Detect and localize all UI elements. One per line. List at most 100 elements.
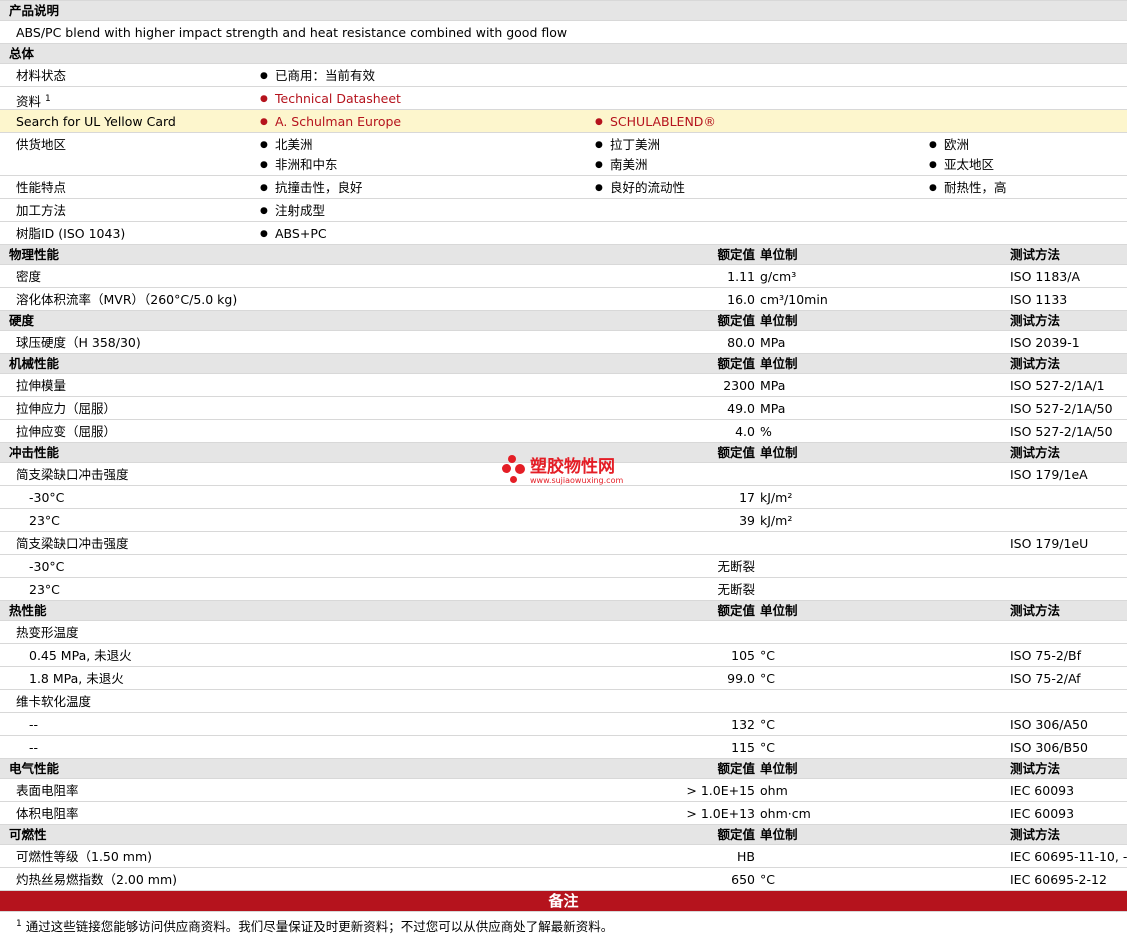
row-label: 树脂ID (ISO 1043) [16, 226, 126, 241]
property-subrow: 0.45 MPa, 未退火 105 °C ISO 75-2/Bf [0, 643, 1127, 666]
property-label: 简支梁缺口冲击强度 [16, 536, 129, 551]
notes-row: 1 通过这些链接您能够访问供应商资料。我们尽量保证及时更新资料；不过您可以从供应… [0, 911, 1127, 934]
schulman-europe-link[interactable]: A. Schulman Europe [260, 112, 401, 132]
property-label: 简支梁缺口冲击强度 [16, 467, 129, 482]
property-unit: °C [760, 872, 775, 887]
property-value: 2300 [723, 378, 755, 393]
property-test: ISO 306/B50 [1010, 740, 1088, 755]
row-value: 已商用：当前有效 [260, 66, 375, 86]
property-test: ISO 527-2/1A/50 [1010, 424, 1113, 439]
section-title: 产品说明 [9, 3, 60, 18]
property-row: 可燃性等级（1.50 mm) HB IEC 60695-11-10, -20 [0, 844, 1127, 867]
sub-label: 1.8 MPa, 未退火 [29, 671, 124, 686]
property-test: ISO 179/1eA [1010, 467, 1088, 482]
schulablend-link[interactable]: SCHULABLEND® [595, 112, 716, 132]
section-header-description: 产品说明 [0, 0, 1127, 20]
section-header-physical: 物理性能 额定值 单位制 测试方法 [0, 244, 1127, 264]
property-unit: MPa [760, 335, 786, 350]
property-value: 650 [731, 872, 755, 887]
sub-label: -30°C [29, 559, 65, 574]
property-row: 拉伸应变（屈服） 4.0 % ISO 527-2/1A/50 [0, 419, 1127, 442]
property-test: ISO 527-2/1A/1 [1010, 378, 1105, 393]
property-test: ISO 1133 [1010, 292, 1068, 307]
feature-item: 耐热性，高 [929, 178, 1006, 198]
property-value: 无断裂 [717, 582, 755, 597]
section-header-hardness: 硬度 额定值 单位制 测试方法 [0, 310, 1127, 330]
property-value: 49.0 [727, 401, 755, 416]
watermark-dot [510, 476, 517, 483]
property-row: 溶化体积流率（MVR）（260°C/5.0 kg) 16.0 cm³/10min… [0, 287, 1127, 310]
property-row: 体积电阻率 > 1.0E+13 ohm·cm IEC 60093 [0, 801, 1127, 824]
footnote-marker: 1 [16, 919, 22, 929]
site-watermark: 塑胶物性网 www.sujiaowuxing.com [502, 455, 642, 491]
property-row: 拉伸模量 2300 MPa ISO 527-2/1A/1 [0, 373, 1127, 396]
property-label: 拉伸应力（屈服） [16, 401, 117, 416]
sub-label: 23°C [29, 582, 60, 597]
section-header-general: 总体 [0, 43, 1127, 63]
col-test: 测试方法 [1010, 247, 1061, 262]
description-text: ABS/PC blend with higher impact strength… [16, 25, 568, 40]
property-unit: kJ/m² [760, 490, 793, 505]
footnote-marker: 1 [45, 94, 51, 104]
property-unit: °C [760, 671, 775, 686]
row-label: 性能特点 [16, 180, 67, 195]
property-row: 密度 1.11 g/cm³ ISO 1183/A [0, 264, 1127, 287]
property-label: 拉伸应变（屈服） [16, 424, 117, 439]
sub-label: -30°C [29, 490, 65, 505]
property-value: 105 [731, 648, 755, 663]
property-row: 灼热丝易燃指数（2.00 mm) 650 °C IEC 60695-2-12 [0, 867, 1127, 890]
datasheet: 产品说明 ABS/PC blend with higher impact str… [0, 0, 1127, 934]
property-test: IEC 60695-11-10, -20 [1010, 849, 1127, 864]
section-title: 机械性能 [9, 356, 60, 371]
property-value: > 1.0E+15 [686, 783, 755, 798]
property-unit: °C [760, 648, 775, 663]
property-row: 拉伸应力（屈服） 49.0 MPa ISO 527-2/1A/50 [0, 396, 1127, 419]
property-row: 球压硬度（H 358/30) 80.0 MPa ISO 2039-1 [0, 330, 1127, 353]
section-header-thermal: 热性能 额定值 单位制 测试方法 [0, 600, 1127, 620]
material-status-row: 材料状态 已商用：当前有效 [0, 63, 1127, 86]
section-title: 物理性能 [9, 247, 60, 262]
region-item: 亚太地区 [929, 155, 994, 175]
property-group-row: 维卡软化温度 [0, 689, 1127, 712]
technical-datasheet-link[interactable]: Technical Datasheet [260, 89, 401, 109]
property-unit: cm³/10min [760, 292, 828, 307]
col-rated: 额定值 [717, 761, 755, 776]
col-rated: 额定值 [717, 445, 755, 460]
property-unit: MPa [760, 378, 786, 393]
property-label: 密度 [16, 269, 42, 284]
documents-row: 资料 1 Technical Datasheet [0, 86, 1127, 109]
section-title: 电气性能 [9, 761, 60, 776]
feature-item: 抗撞击性，良好 [260, 178, 362, 198]
property-test: ISO 75-2/Bf [1010, 648, 1081, 663]
watermark-dot [515, 464, 525, 474]
property-group-row: 简支梁缺口冲击强度 ISO 179/1eU [0, 531, 1127, 554]
property-value: 115 [731, 740, 755, 755]
col-rated: 额定值 [717, 827, 755, 842]
property-label: 可燃性等级（1.50 mm) [16, 849, 153, 864]
property-unit: °C [760, 740, 775, 755]
property-value: HB [737, 849, 755, 864]
region-item: 欧洲 [929, 135, 969, 155]
col-unit: 单位制 [760, 247, 798, 262]
col-rated: 额定值 [717, 356, 755, 371]
col-test: 测试方法 [1010, 761, 1061, 776]
property-label: 灼热丝易燃指数（2.00 mm) [16, 872, 178, 887]
property-label: 溶化体积流率（MVR）（260°C/5.0 kg) [16, 292, 238, 307]
property-subrow: -- 132 °C ISO 306/A50 [0, 712, 1127, 735]
watermark-dot [508, 455, 516, 463]
col-unit: 单位制 [760, 313, 798, 328]
property-unit: kJ/m² [760, 513, 793, 528]
col-unit: 单位制 [760, 603, 798, 618]
ul-yellow-card-row: Search for UL Yellow Card A. Schulman Eu… [0, 109, 1127, 132]
col-test: 测试方法 [1010, 445, 1061, 460]
property-value: 无断裂 [717, 559, 755, 574]
property-unit: g/cm³ [760, 269, 797, 284]
property-unit: ohm·cm [760, 806, 811, 821]
property-subrow: -30°C 无断裂 [0, 554, 1127, 577]
property-value: > 1.0E+13 [686, 806, 755, 821]
col-unit: 单位制 [760, 761, 798, 776]
property-subrow: 1.8 MPa, 未退火 99.0 °C ISO 75-2/Af [0, 666, 1127, 689]
property-label: 维卡软化温度 [16, 694, 92, 709]
watermark-text: 塑胶物性网 [530, 457, 615, 477]
row-value: 注射成型 [260, 201, 325, 221]
